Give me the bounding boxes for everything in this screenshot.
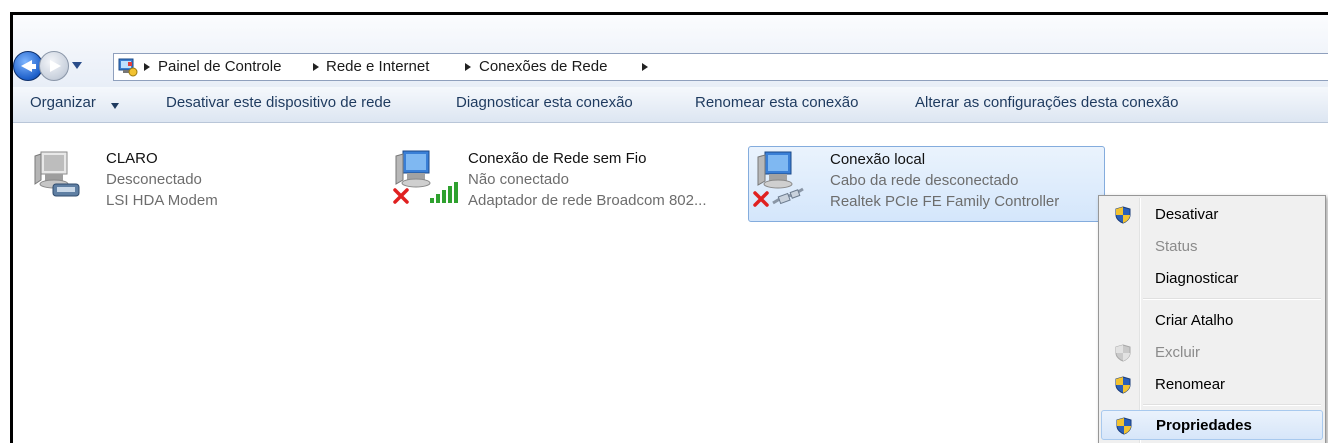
- menu-item-label: Renomear: [1155, 376, 1226, 393]
- menu-item-create-shortcut[interactable]: Criar Atalho: [1101, 306, 1323, 336]
- menu-item-rename[interactable]: Renomear: [1101, 370, 1323, 400]
- forward-button[interactable]: [39, 51, 69, 81]
- context-menu: Desativar Status Diagnosticar Criar Atal…: [1098, 195, 1326, 443]
- chevron-down-icon[interactable]: [111, 103, 119, 109]
- connection-item-claro[interactable]: CLARO Desconectado LSI HDA Modem: [31, 148, 371, 220]
- menu-item-diagnose[interactable]: Diagnosticar: [1101, 264, 1323, 294]
- menu-item-label: Criar Atalho: [1155, 312, 1234, 329]
- error-x-icon: [753, 191, 769, 207]
- menu-item-status[interactable]: Status: [1101, 232, 1323, 262]
- explorer-window: Painel de Controle Rede e Internet Conex…: [10, 12, 1328, 443]
- connection-name: Conexão de Rede sem Fio: [468, 150, 647, 167]
- menu-item-delete[interactable]: Excluir: [1101, 338, 1323, 368]
- connection-status: Não conectado: [468, 171, 569, 188]
- address-bar: Painel de Controle Rede e Internet Conex…: [13, 15, 1328, 88]
- error-x-icon: [393, 188, 409, 204]
- signal-bars-icon: [430, 182, 458, 203]
- menu-item-disable[interactable]: Desativar: [1101, 200, 1323, 230]
- breadcrumb-separator[interactable]: [642, 63, 648, 71]
- network-cable-icon: [772, 187, 804, 205]
- command-bar: Organizar Desativar este dispositivo de …: [13, 87, 1328, 123]
- menu-separator: [1143, 404, 1321, 406]
- uac-shield-icon: [1115, 344, 1131, 362]
- menu-item-label: Desativar: [1155, 206, 1219, 223]
- connection-item-local[interactable]: Conexão local Cabo da rede desconectado …: [748, 146, 1105, 222]
- connection-device: LSI HDA Modem: [106, 192, 218, 209]
- control-panel-icon: [118, 58, 138, 77]
- menu-item-label: Excluir: [1155, 344, 1201, 361]
- uac-shield-icon: [1115, 206, 1131, 224]
- connection-status: Desconectado: [106, 171, 202, 188]
- breadcrumb-network-connections[interactable]: Conexões de Rede: [479, 58, 607, 75]
- breadcrumb-separator[interactable]: [144, 63, 150, 71]
- organize-menu-button[interactable]: Organizar: [30, 94, 96, 111]
- connection-name: Conexão local: [830, 151, 926, 168]
- disable-device-button[interactable]: Desativar este dispositivo de rede: [166, 94, 391, 111]
- connection-status: Cabo da rede desconectado: [830, 172, 1019, 189]
- connection-name: CLARO: [106, 150, 158, 167]
- recent-pages-dropdown[interactable]: [72, 62, 82, 69]
- breadcrumb-network-internet[interactable]: Rede e Internet: [326, 58, 429, 75]
- breadcrumb-control-panel[interactable]: Painel de Controle: [158, 58, 281, 75]
- address-field[interactable]: Painel de Controle Rede e Internet Conex…: [113, 53, 1328, 81]
- connection-device: Realtek PCIe FE Family Controller: [830, 193, 1060, 210]
- uac-shield-icon: [1116, 417, 1132, 435]
- connection-item-wireless[interactable]: Conexão de Rede sem Fio Não conectado Ad…: [391, 148, 731, 220]
- breadcrumb-separator[interactable]: [313, 63, 319, 71]
- menu-separator: [1143, 298, 1321, 300]
- menu-item-label: Diagnosticar: [1155, 270, 1239, 287]
- menu-item-properties[interactable]: Propriedades: [1101, 410, 1323, 440]
- change-settings-button[interactable]: Alterar as configurações desta conexão: [915, 94, 1179, 111]
- menu-item-label: Status: [1155, 238, 1198, 255]
- rename-connection-button[interactable]: Renomear esta conexão: [695, 94, 858, 111]
- menu-item-label: Propriedades: [1156, 417, 1252, 434]
- dialup-modem-icon: [34, 151, 80, 197]
- uac-shield-icon: [1115, 376, 1131, 394]
- diagnose-connection-button[interactable]: Diagnosticar esta conexão: [456, 94, 633, 111]
- breadcrumb-separator[interactable]: [465, 63, 471, 71]
- connection-device: Adaptador de rede Broadcom 802...: [468, 192, 707, 209]
